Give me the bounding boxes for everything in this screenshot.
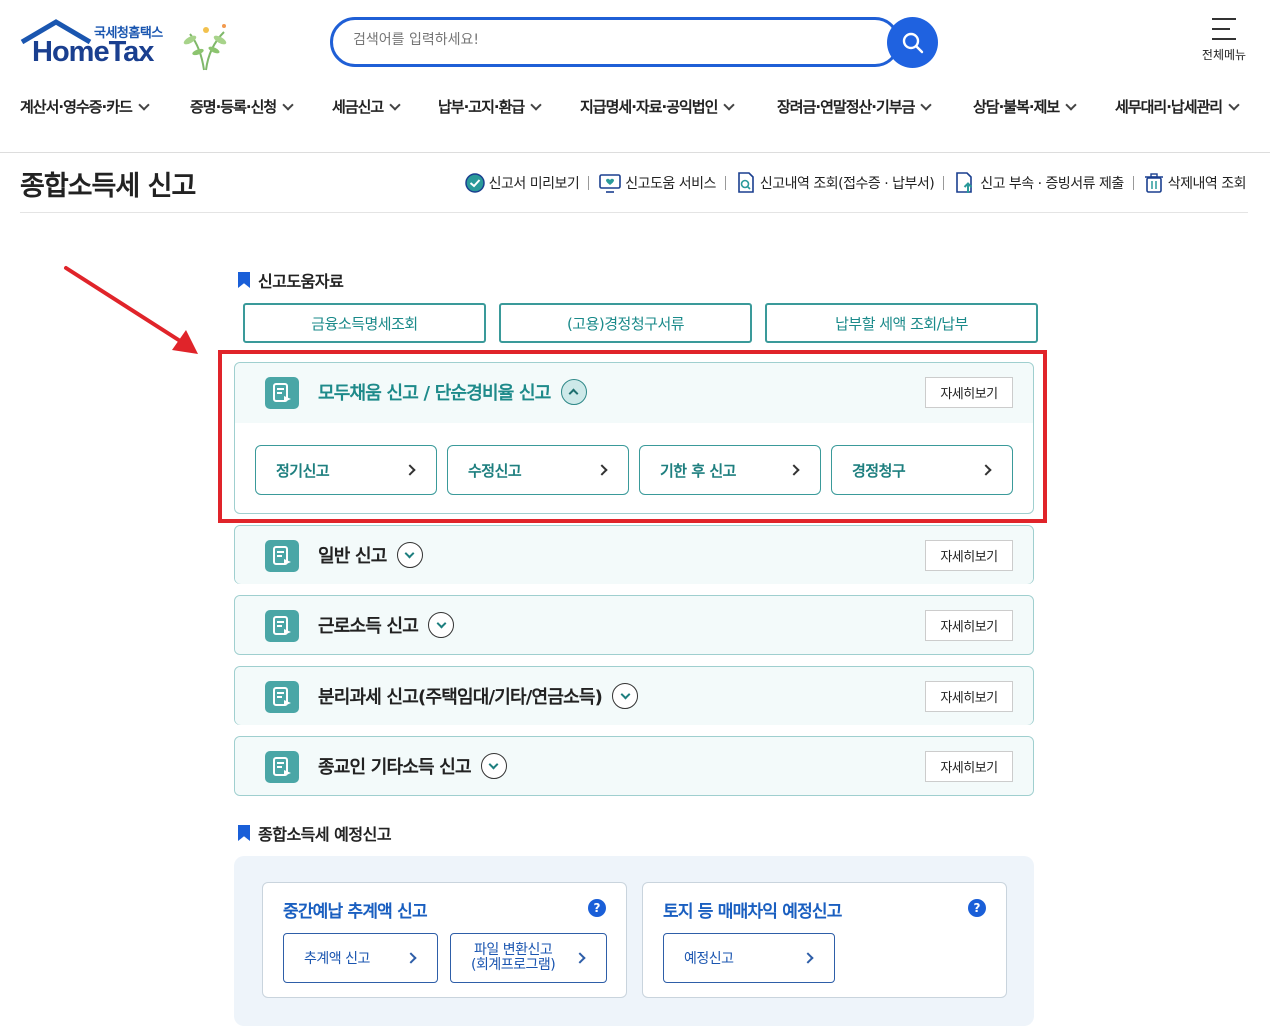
document-icon: [265, 681, 299, 713]
detail-button[interactable]: 자세히보기: [925, 610, 1013, 641]
expand-icon[interactable]: [480, 753, 507, 779]
trash-icon: [1144, 173, 1163, 193]
panel-separate-tax-report: 분리과세 신고(주택임대/기타/연금소득) 자세히보기: [234, 666, 1034, 725]
panel-header[interactable]: 분리과세 신고(주택임대/기타/연금소득) 자세히보기: [235, 667, 1033, 725]
bookmark-icon: [238, 825, 250, 841]
logo-title: HomeTax: [32, 36, 154, 68]
highlight-box: [218, 350, 1047, 523]
interim-prepayment-card: 중간예납 추계액 신고 ? 추계액 신고 파일 변환신고 (회계프로그램): [262, 882, 627, 998]
panel-header[interactable]: 근로소득 신고 자세히보기: [235, 596, 1033, 654]
search-button[interactable]: [887, 17, 938, 68]
nav-item-invoice[interactable]: 계산서·영수증·카드: [20, 96, 150, 117]
divider: [724, 176, 726, 190]
detail-button[interactable]: 자세히보기: [925, 681, 1013, 712]
upload-document-icon: [956, 172, 973, 193]
nav-item-consult[interactable]: 상담·불복·제보: [973, 96, 1077, 117]
chevron-down-icon: [1228, 98, 1240, 111]
search-box[interactable]: [330, 17, 900, 67]
panel-general-report: 일반 신고 자세히보기: [234, 525, 1034, 584]
estimate-section-label: 종합소득세 예정신고: [238, 821, 392, 845]
panel-header[interactable]: 일반 신고 자세히보기: [235, 526, 1033, 584]
hamburger-icon: [1196, 16, 1252, 40]
chevron-down-icon: [389, 98, 401, 111]
detail-button[interactable]: 자세히보기: [925, 540, 1013, 571]
nav-item-certificate[interactable]: 증명·등록·신청: [190, 96, 294, 117]
search-icon: [902, 32, 923, 53]
panel-title[interactable]: 분리과세 신고(주택임대/기타/연금소득): [318, 683, 639, 709]
divider: [1132, 176, 1134, 190]
correction-claim-docs-button[interactable]: (고용)경정청구서류: [499, 303, 752, 343]
nav-item-statement[interactable]: 지급명세·자료·공익법인: [580, 96, 736, 117]
chevron-right-icon: [574, 952, 586, 964]
page-title: 종합소득세 신고: [20, 171, 196, 202]
divider: [588, 176, 590, 190]
divider: [943, 176, 945, 190]
chevron-right-icon: [405, 952, 417, 964]
plant-icon: [183, 24, 227, 71]
nav-item-tax-report[interactable]: 세금신고: [332, 96, 401, 117]
document-search-icon: [738, 172, 754, 193]
tax-payment-lookup-button[interactable]: 납부할 세액 조회/납부: [765, 303, 1038, 343]
help-question-icon[interactable]: ?: [588, 899, 606, 917]
expand-icon[interactable]: [612, 683, 639, 709]
financial-income-button[interactable]: 금융소득명세조회: [243, 303, 486, 343]
estimated-amount-report-button[interactable]: 추계액 신고: [283, 933, 438, 983]
panel-religious-income-report: 종교인 기타소득 신고 자세히보기: [234, 736, 1034, 796]
check-badge-icon: [464, 173, 485, 193]
help-section-label: 신고도움자료: [238, 268, 344, 292]
hometax-logo[interactable]: 국세청홈택스 HomeTax: [20, 16, 235, 74]
chevron-down-icon: [530, 98, 542, 111]
nav-item-incentive[interactable]: 장려금·연말정산·기부금: [777, 96, 933, 117]
chevron-down-icon: [282, 98, 294, 111]
monitor-heart-icon: [599, 174, 622, 193]
quick-link-deleted[interactable]: 삭제내역 조회: [1143, 172, 1247, 194]
nav-item-agent[interactable]: 세무대리·납세관리: [1115, 96, 1240, 117]
panel-earned-income-report: 근로소득 신고 자세히보기: [234, 595, 1034, 655]
expand-icon[interactable]: [396, 542, 423, 568]
panel-title[interactable]: 근로소득 신고: [318, 612, 455, 638]
panel-header[interactable]: 종교인 기타소득 신고 자세히보기: [235, 737, 1033, 795]
chevron-right-icon: [802, 952, 814, 964]
panel-title[interactable]: 일반 신고: [318, 542, 423, 568]
header-divider: [0, 152, 1270, 153]
global-nav: 계산서·영수증·카드 증명·등록·신청 세금신고 납부·고지·환급 지급명세·자…: [0, 96, 1270, 126]
quick-link-submit-docs[interactable]: 신고 부속 · 증빙서류 제출: [953, 171, 1124, 195]
search-input[interactable]: [353, 32, 873, 48]
chevron-down-icon: [138, 98, 150, 111]
annotation-arrow-icon: [64, 266, 198, 354]
estimate-section: 중간예납 추계액 신고 ? 추계액 신고 파일 변환신고 (회계프로그램) 토지…: [234, 856, 1034, 1026]
detail-button[interactable]: 자세히보기: [925, 751, 1013, 782]
land-trade-profit-card: 토지 등 매매차익 예정신고 ? 예정신고: [642, 882, 1007, 998]
panel-title[interactable]: 종교인 기타소득 신고: [318, 753, 507, 779]
quick-link-help-service[interactable]: 신고도움 서비스: [598, 172, 716, 194]
nav-item-payment[interactable]: 납부·고지·환급: [438, 96, 542, 117]
card-title: 중간예납 추계액 신고: [283, 902, 428, 922]
chevron-down-icon: [920, 98, 933, 111]
quick-link-history[interactable]: 신고내역 조회(접수증 · 납부서): [735, 171, 935, 195]
all-menu-label: 전체메뉴: [1201, 48, 1247, 62]
title-divider: [20, 212, 1248, 213]
preliminary-report-button[interactable]: 예정신고: [663, 933, 835, 983]
card-title: 토지 등 매매차익 예정신고: [663, 902, 842, 922]
help-question-icon[interactable]: ?: [968, 899, 986, 917]
file-conversion-report-button[interactable]: 파일 변환신고 (회계프로그램): [450, 933, 607, 983]
all-menu-button[interactable]: 전체메뉴: [1196, 16, 1252, 63]
bookmark-icon: [238, 272, 250, 288]
document-icon: [265, 610, 299, 642]
quick-links: 신고서 미리보기 신고도움 서비스 신고내역 조회(접수증 · 납부서) 신고 …: [464, 171, 1247, 195]
chevron-down-icon: [1065, 98, 1077, 111]
expand-icon[interactable]: [428, 612, 455, 638]
document-icon: [265, 540, 299, 572]
quick-link-preview[interactable]: 신고서 미리보기: [464, 172, 580, 194]
document-icon: [265, 751, 299, 783]
chevron-down-icon: [723, 98, 736, 111]
